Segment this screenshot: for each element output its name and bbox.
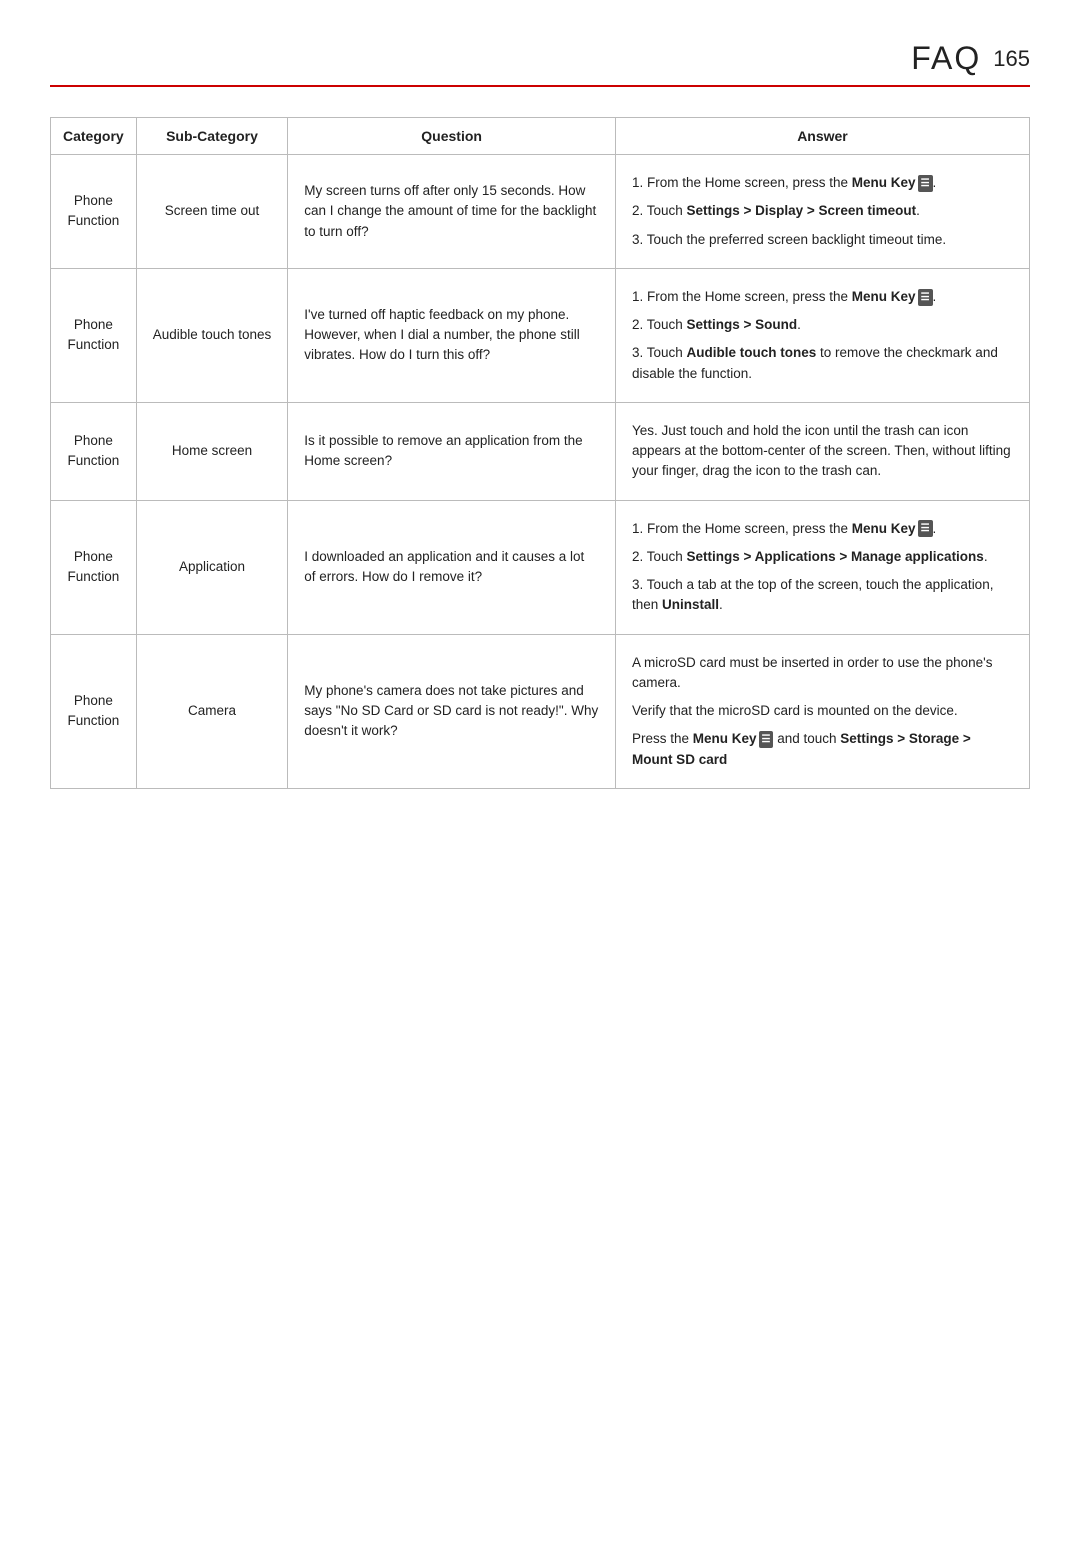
answer-cell: A microSD card must be inserted in order…	[615, 634, 1029, 788]
answer-item: 3. Touch Audible touch tones to remove t…	[632, 343, 1013, 384]
answer-item: 2. Touch Settings > Sound.	[632, 315, 1013, 335]
col-category: Category	[51, 118, 137, 155]
table-row: Phone FunctionAudible touch tonesI've tu…	[51, 268, 1030, 402]
answer-cell: 1. From the Home screen, press the Menu …	[615, 268, 1029, 402]
category-cell: Phone Function	[51, 634, 137, 788]
answer-item: 2. Touch Settings > Applications > Manag…	[632, 547, 1013, 567]
menu-key-icon: ☰	[759, 731, 774, 748]
category-cell: Phone Function	[51, 402, 137, 500]
subcategory-cell: Screen time out	[136, 155, 288, 269]
table-row: Phone FunctionHome screenIs it possible …	[51, 402, 1030, 500]
col-sub-category: Sub-Category	[136, 118, 288, 155]
question-cell: My phone's camera does not take pictures…	[288, 634, 616, 788]
category-cell: Phone Function	[51, 268, 137, 402]
answer-item: A microSD card must be inserted in order…	[632, 653, 1013, 694]
page-title: FAQ	[911, 40, 981, 77]
question-cell: Is it possible to remove an application …	[288, 402, 616, 500]
col-answer: Answer	[615, 118, 1029, 155]
menu-key-icon: ☰	[918, 289, 933, 306]
page-header: FAQ 165	[50, 40, 1030, 87]
answer-cell: Yes. Just touch and hold the icon until …	[615, 402, 1029, 500]
answer-cell: 1. From the Home screen, press the Menu …	[615, 500, 1029, 634]
answer-cell: 1. From the Home screen, press the Menu …	[615, 155, 1029, 269]
answer-item: 3. Touch the preferred screen backlight …	[632, 230, 1013, 250]
answer-item: 1. From the Home screen, press the Menu …	[632, 519, 1013, 539]
page-number: 165	[993, 46, 1030, 72]
table-row: Phone FunctionApplicationI downloaded an…	[51, 500, 1030, 634]
col-question: Question	[288, 118, 616, 155]
subcategory-cell: Audible touch tones	[136, 268, 288, 402]
table-row: Phone FunctionScreen time outMy screen t…	[51, 155, 1030, 269]
answer-item: Yes. Just touch and hold the icon until …	[632, 421, 1013, 482]
answer-item: 1. From the Home screen, press the Menu …	[632, 287, 1013, 307]
answer-item: Verify that the microSD card is mounted …	[632, 701, 1013, 721]
category-cell: Phone Function	[51, 155, 137, 269]
answer-item: 1. From the Home screen, press the Menu …	[632, 173, 1013, 193]
table-row: Phone FunctionCameraMy phone's camera do…	[51, 634, 1030, 788]
category-cell: Phone Function	[51, 500, 137, 634]
faq-table: Category Sub-Category Question Answer Ph…	[50, 117, 1030, 789]
menu-key-icon: ☰	[918, 520, 933, 537]
answer-item: Press the Menu Key☰ and touch Settings >…	[632, 729, 1013, 770]
subcategory-cell: Home screen	[136, 402, 288, 500]
question-cell: My screen turns off after only 15 second…	[288, 155, 616, 269]
subcategory-cell: Camera	[136, 634, 288, 788]
answer-item: 2. Touch Settings > Display > Screen tim…	[632, 201, 1013, 221]
answer-item: 3. Touch a tab at the top of the screen,…	[632, 575, 1013, 616]
question-cell: I've turned off haptic feedback on my ph…	[288, 268, 616, 402]
menu-key-icon: ☰	[918, 175, 933, 192]
subcategory-cell: Application	[136, 500, 288, 634]
question-cell: I downloaded an application and it cause…	[288, 500, 616, 634]
table-header-row: Category Sub-Category Question Answer	[51, 118, 1030, 155]
